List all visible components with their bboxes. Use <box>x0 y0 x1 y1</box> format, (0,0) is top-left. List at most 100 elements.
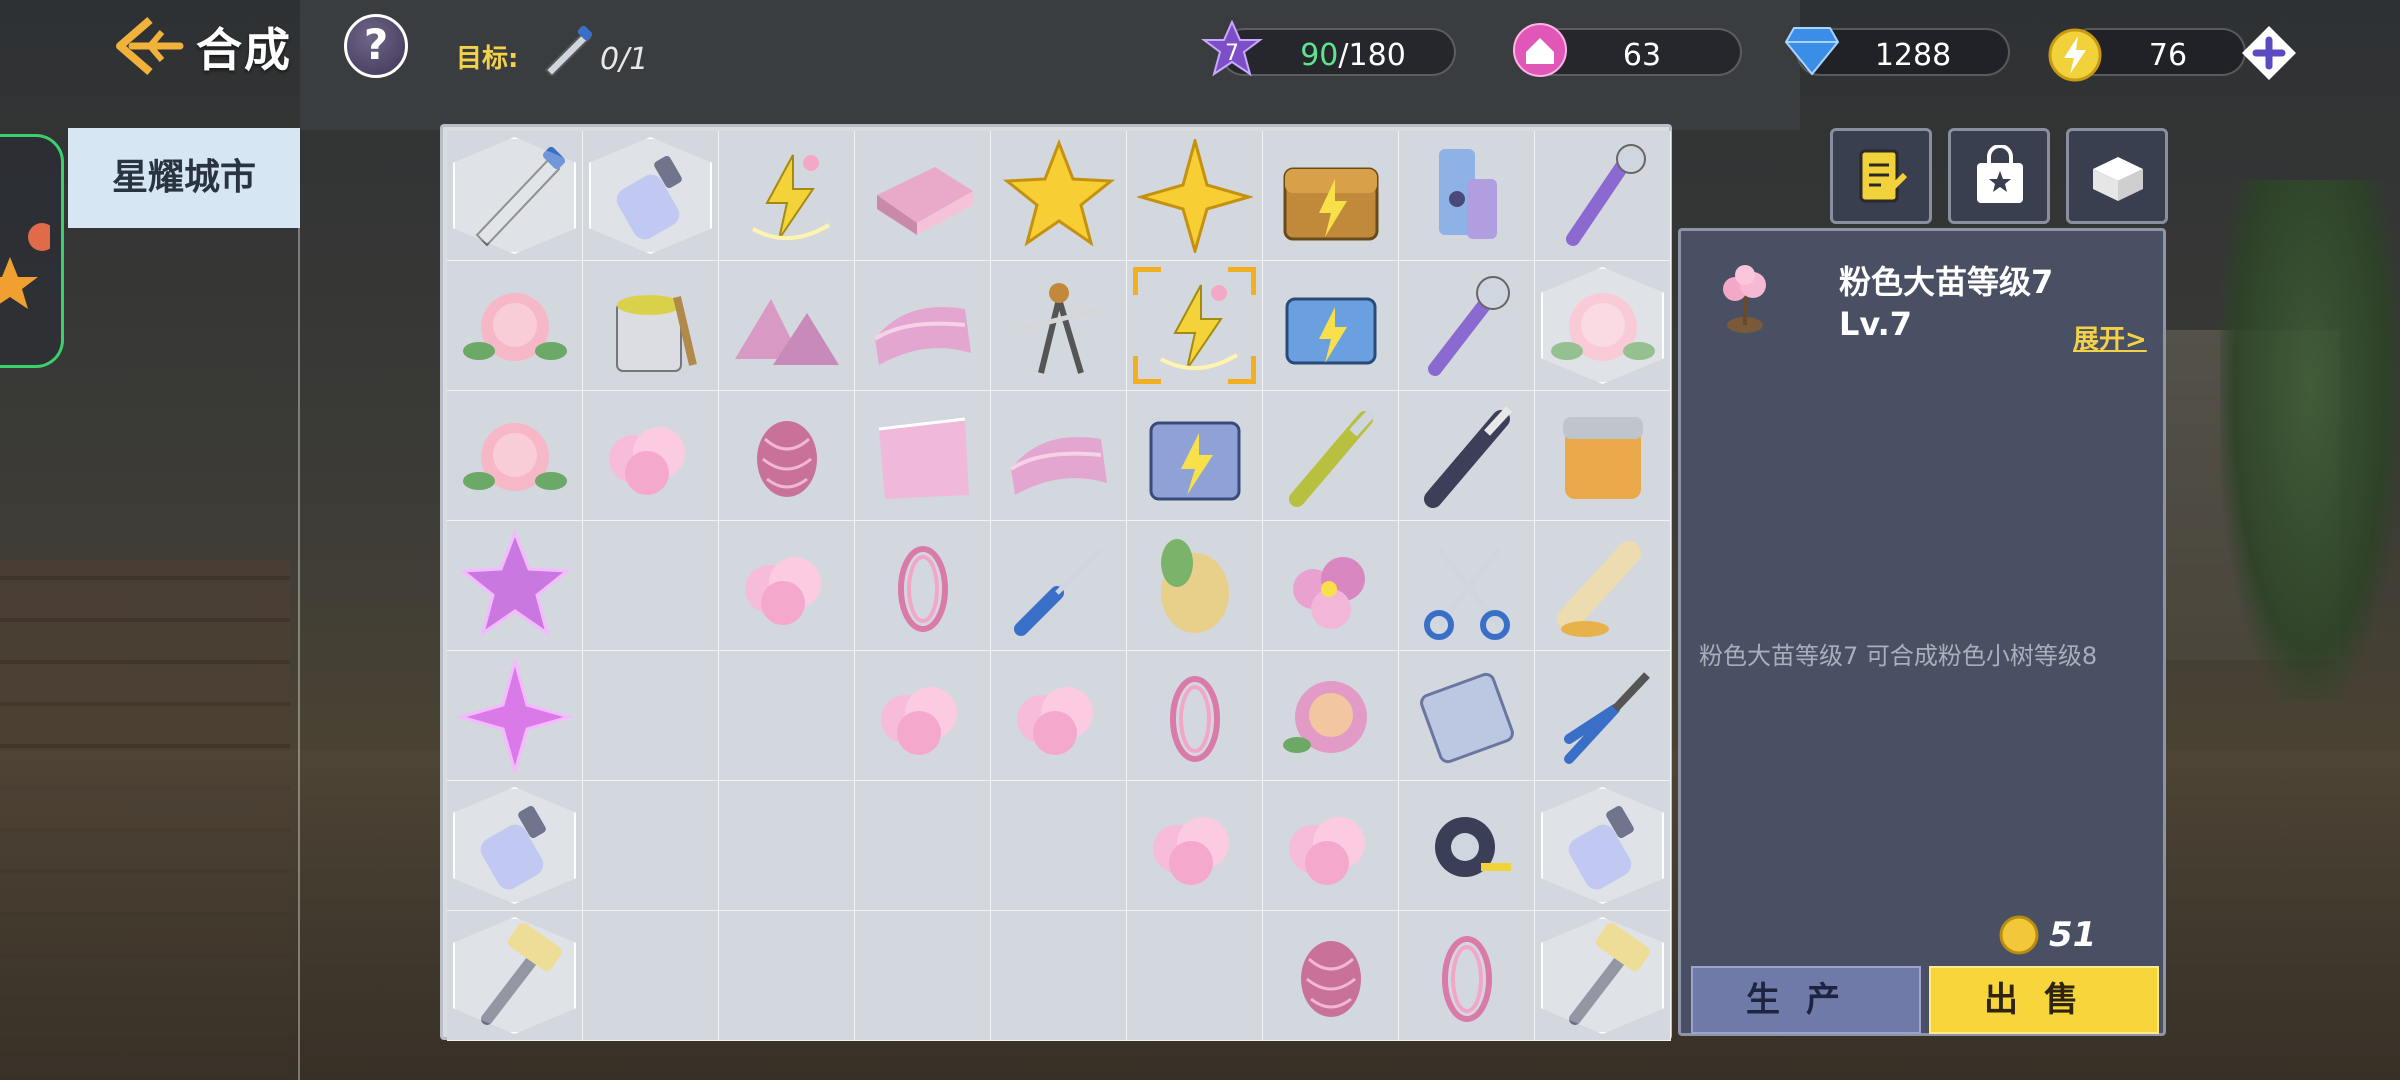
board-cell[interactable] <box>1127 391 1263 521</box>
board-cell[interactable] <box>1263 391 1399 521</box>
pink-mountain-icon <box>735 299 839 365</box>
board-cell[interactable] <box>1535 911 1671 1041</box>
pink-fluff-icon <box>1289 817 1365 885</box>
pink-peony-icon <box>463 423 567 491</box>
board-cell[interactable] <box>1399 391 1535 521</box>
help-button[interactable]: ? <box>344 14 408 78</box>
board-cell[interactable] <box>991 391 1127 521</box>
board-cell[interactable] <box>991 651 1127 781</box>
tape-measure-icon <box>1435 817 1511 877</box>
board-cell[interactable] <box>1535 781 1671 911</box>
board-cell[interactable] <box>719 391 855 521</box>
board-cell[interactable] <box>719 131 855 261</box>
board-cell[interactable] <box>855 521 991 651</box>
back-arrow-icon[interactable] <box>110 14 186 78</box>
board-cell[interactable] <box>1535 521 1671 651</box>
board-cell[interactable] <box>855 131 991 261</box>
board-cell[interactable] <box>855 261 991 391</box>
pink-fur-icon <box>878 417 969 499</box>
shop-button[interactable] <box>1948 128 2050 224</box>
board-cell[interactable] <box>583 521 719 651</box>
board-cell[interactable] <box>447 391 583 521</box>
yarn-ball-icon <box>1301 941 1361 1017</box>
board-cell[interactable] <box>1399 781 1535 911</box>
energy-max: /180 <box>1338 38 1406 73</box>
board-cell[interactable] <box>1399 651 1535 781</box>
board-cell[interactable] <box>1535 131 1671 261</box>
board-cell[interactable] <box>583 261 719 391</box>
board-cell[interactable] <box>1399 911 1535 1041</box>
board-cell[interactable] <box>1127 911 1263 1041</box>
task-board-button[interactable] <box>1830 128 1932 224</box>
board-cell[interactable] <box>447 911 583 1041</box>
board-cell[interactable] <box>855 781 991 911</box>
tab-city[interactable]: 星耀城市 <box>68 128 300 228</box>
goal-label: 目标: <box>456 44 519 74</box>
board-cell[interactable] <box>855 651 991 781</box>
diamond-icon <box>1784 27 1840 76</box>
board-cell[interactable] <box>447 261 583 391</box>
glue-bottle-icon <box>616 155 682 240</box>
pink-fluff-icon <box>745 557 821 625</box>
board-cell[interactable] <box>583 651 719 781</box>
board-cell[interactable] <box>719 651 855 781</box>
board-cell[interactable] <box>719 521 855 651</box>
pink-sparkle-icon <box>457 659 573 773</box>
storage-button[interactable] <box>2066 128 2168 224</box>
board-cell[interactable] <box>719 781 855 911</box>
background-tree <box>2220 180 2400 700</box>
add-currency-icon[interactable] <box>2240 24 2298 82</box>
energy-chest-icon <box>1283 167 1379 241</box>
board-cell[interactable] <box>447 781 583 911</box>
board-cell[interactable] <box>719 261 855 391</box>
board-cell[interactable] <box>991 781 1127 911</box>
paint-bucket-icon <box>616 295 697 372</box>
board-cell[interactable] <box>991 261 1127 391</box>
board-cell[interactable] <box>1535 391 1671 521</box>
board-cell[interactable] <box>719 911 855 1041</box>
board-cell[interactable] <box>1535 261 1671 391</box>
board-cell[interactable] <box>447 651 583 781</box>
gold-star-icon <box>1002 139 1116 247</box>
board-cell[interactable] <box>583 911 719 1041</box>
board-cell[interactable] <box>855 911 991 1041</box>
board-cell[interactable] <box>1127 781 1263 911</box>
produce-button[interactable]: 生产 <box>1691 966 1921 1034</box>
energy-current: 90 <box>1300 38 1339 73</box>
board-cell[interactable] <box>447 131 583 261</box>
board-cell[interactable] <box>1263 521 1399 651</box>
side-event-button[interactable] <box>0 134 64 368</box>
board-cell[interactable] <box>1127 651 1263 781</box>
selection-corner <box>1228 356 1256 384</box>
board-cell[interactable] <box>1127 261 1263 391</box>
task-board-icon <box>1859 149 1908 203</box>
board-cell[interactable] <box>1127 131 1263 261</box>
board-cell[interactable] <box>1535 651 1671 781</box>
board-cell[interactable] <box>1399 261 1535 391</box>
board-cell[interactable] <box>1263 651 1399 781</box>
board-cell[interactable] <box>1127 521 1263 651</box>
board-cell[interactable] <box>991 521 1127 651</box>
chisel-icon <box>1289 407 1377 507</box>
board-cell[interactable] <box>991 131 1127 261</box>
board-cell[interactable] <box>1399 131 1535 261</box>
board-cell[interactable] <box>1263 131 1399 261</box>
glue-bottle-icon <box>1568 805 1634 890</box>
board-cell[interactable] <box>1263 781 1399 911</box>
board-cell[interactable] <box>583 391 719 521</box>
energy-box-icon <box>1285 297 1377 365</box>
star-badge-icon <box>0 223 50 309</box>
rose-bloom-icon <box>1283 681 1367 753</box>
board-cell[interactable] <box>583 131 719 261</box>
board-cell[interactable] <box>447 521 583 651</box>
board-cell[interactable] <box>1263 911 1399 1041</box>
board-cell[interactable] <box>855 391 991 521</box>
merge-grid <box>447 131 1671 1041</box>
board-cell[interactable] <box>1399 521 1535 651</box>
board-cell[interactable] <box>583 781 719 911</box>
board-cell[interactable] <box>1263 261 1399 391</box>
sell-button[interactable]: 出售 <box>1929 966 2159 1034</box>
expand-link[interactable]: 展开> <box>2073 319 2147 356</box>
pink-fluff-icon <box>609 427 685 495</box>
board-cell[interactable] <box>991 911 1127 1041</box>
